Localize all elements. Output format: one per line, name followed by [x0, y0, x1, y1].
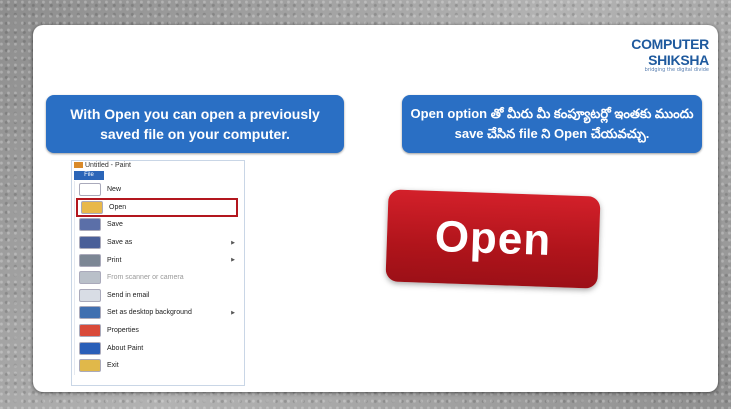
menu-item-save[interactable]: Save [75, 216, 239, 234]
paint-file-menu-screenshot: Untitled - Paint File New Open Save Save as… [71, 160, 245, 386]
exit-icon [79, 359, 101, 373]
submenu-arrow-icon: ▶ [231, 257, 235, 264]
submenu-arrow-icon: ▶ [231, 239, 235, 246]
english-callout-text: With Open you can open a previously save… [70, 106, 320, 142]
open-folder-icon [81, 200, 103, 214]
open-badge: Open [385, 189, 601, 289]
menu-item-send-in-email[interactable]: Send in email [75, 287, 239, 305]
menu-item-save-as[interactable]: Save as ▶ [75, 234, 239, 252]
menu-item-label: Save [107, 221, 123, 229]
print-icon [79, 253, 101, 267]
menu-item-label: From scanner or camera [107, 274, 184, 282]
menu-item-label: About Paint [107, 344, 144, 352]
english-callout: With Open you can open a previously save… [46, 95, 344, 153]
logo-tagline: bridging the digital divide [644, 67, 709, 73]
menu-item-open[interactable]: Open [76, 197, 238, 218]
telugu-callout-text: Open option తో మీరు మీ కంప్యూటర్లో ఇంతకు… [410, 106, 694, 141]
slide: COMPUTER SHIKSHA bridging the digital di… [33, 25, 718, 392]
save-icon [79, 218, 101, 232]
menu-item-label: Open [109, 203, 127, 211]
menu-item-label: Print [107, 256, 122, 264]
logo-name: COMPUTER SHIKSHA [631, 36, 709, 68]
properties-icon [79, 324, 101, 338]
save-as-icon [79, 236, 101, 250]
menu-item-label: Properties [107, 327, 139, 335]
new-file-icon [79, 183, 101, 197]
submenu-arrow-icon: ▶ [231, 309, 235, 316]
paint-window-title: Untitled - Paint [85, 162, 131, 169]
menu-item-label: New [107, 186, 122, 194]
about-icon [79, 341, 101, 355]
menu-item-from-scanner-or-camera[interactable]: From scanner or camera [75, 269, 239, 287]
file-tab[interactable]: File [74, 171, 104, 180]
scanner-icon [79, 271, 101, 285]
menu-item-about-paint[interactable]: About Paint [75, 339, 239, 357]
menu-item-properties[interactable]: Properties [75, 322, 239, 340]
paint-title-bar: Untitled - Paint [72, 161, 244, 171]
telugu-callout: Open option తో మీరు మీ కంప్యూటర్లో ఇంతకు… [402, 95, 702, 153]
file-menu: New Open Save Save as ▶ Print ▶ From scanner or… [74, 181, 239, 375]
menu-item-label: Set as desktop background [107, 309, 192, 317]
menu-item-label: Send in email [107, 291, 150, 299]
open-badge-text: Open [433, 211, 553, 266]
menu-item-print[interactable]: Print ▶ [75, 251, 239, 269]
menu-item-set-as-desktop-background[interactable]: Set as desktop background ▶ [75, 304, 239, 322]
menu-item-label: Exit [107, 362, 119, 370]
menu-item-new[interactable]: New [75, 181, 239, 199]
email-icon [79, 288, 101, 302]
paint-app-icon [74, 162, 83, 169]
computer-shiksha-logo: COMPUTER SHIKSHA bridging the digital di… [579, 36, 709, 73]
menu-item-label: Save as [107, 239, 133, 247]
menu-item-exit[interactable]: Exit [75, 357, 239, 375]
desktop-background-icon [79, 306, 101, 320]
